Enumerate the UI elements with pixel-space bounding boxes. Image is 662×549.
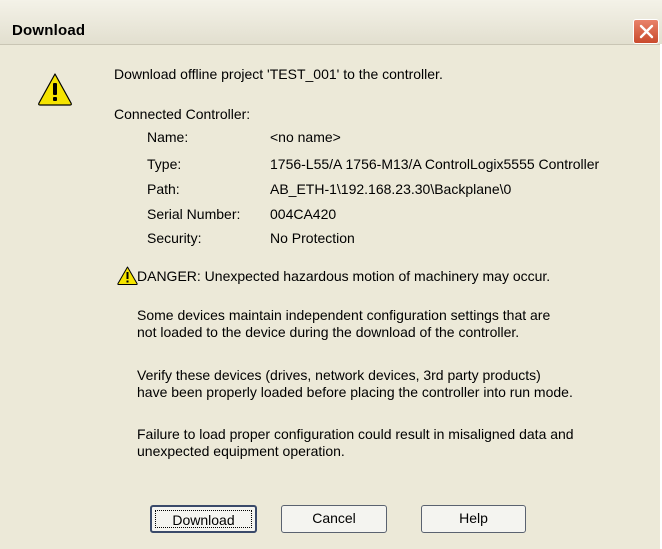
field-value-type: 1756-L55/A 1756-M13/A ControlLogix5555 C… — [270, 156, 600, 172]
window-title: Download — [12, 22, 86, 39]
warning-small-icon — [117, 266, 138, 285]
field-value-security: No Protection — [270, 230, 355, 246]
download-headline: Download offline project 'TEST_001' to t… — [114, 66, 443, 82]
connected-controller-label: Connected Controller: — [114, 106, 251, 122]
field-label-type: Type: — [147, 156, 182, 172]
danger-heading: DANGER: Unexpected hazardous motion of m… — [137, 268, 551, 284]
field-value-serial: 004CA420 — [270, 206, 337, 222]
field-value-name: <no name> — [270, 129, 341, 145]
download-button[interactable]: Download — [150, 505, 257, 533]
danger-paragraph-3-line-2: unexpected equipment operation. — [137, 443, 345, 459]
cancel-button[interactable]: Cancel — [281, 505, 387, 533]
danger-paragraph-2-line-2: have been properly loaded before placing… — [137, 384, 573, 400]
help-button[interactable]: Help — [421, 505, 526, 533]
download-button-label: Download — [155, 510, 252, 528]
field-label-serial: Serial Number: — [147, 206, 241, 222]
field-value-path: AB_ETH-1\192.168.23.30\Backplane\0 — [270, 181, 512, 197]
danger-paragraph-2-line-1: Verify these devices (drives, network de… — [137, 367, 541, 383]
close-icon — [639, 24, 654, 39]
danger-paragraph-1-line-2: not loaded to the device during the down… — [137, 324, 520, 340]
field-label-path: Path: — [147, 181, 180, 197]
danger-paragraph-3-line-1: Failure to load proper configuration cou… — [137, 426, 574, 442]
field-label-name: Name: — [147, 129, 189, 145]
field-label-security: Security: — [147, 230, 202, 246]
warning-icon — [38, 73, 72, 106]
title-bar[interactable]: Download — [0, 0, 662, 45]
download-dialog: Download Download offline project 'TEST_… — [0, 0, 662, 549]
danger-paragraph-1-line-1: Some devices maintain independent config… — [137, 307, 551, 323]
close-button[interactable] — [633, 19, 659, 44]
